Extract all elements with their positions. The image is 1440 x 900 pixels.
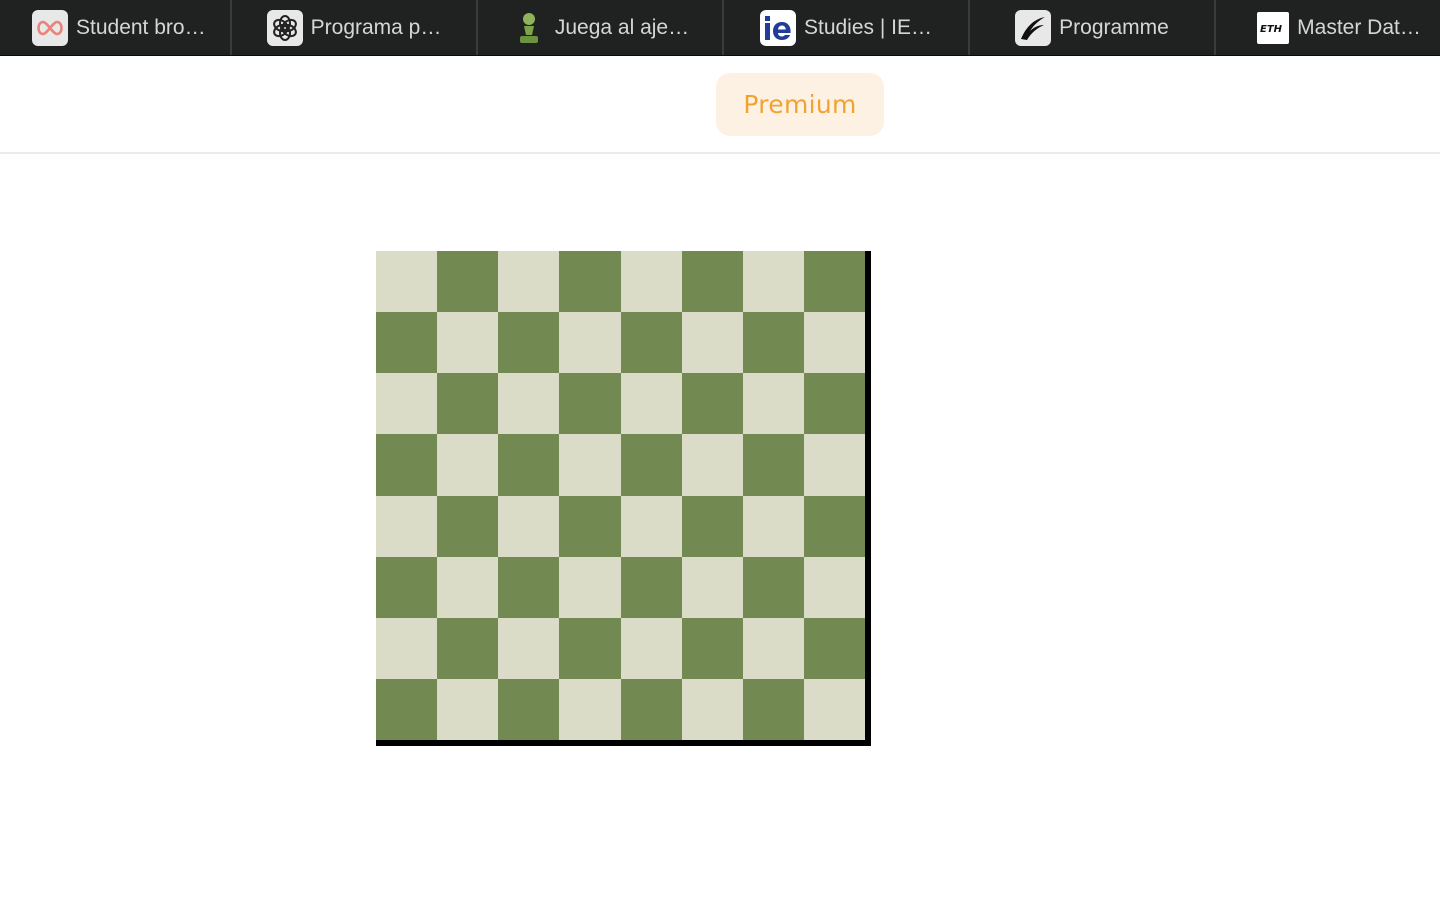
board-square-c1[interactable] xyxy=(498,678,560,740)
board-square-h8[interactable] xyxy=(803,251,865,313)
board-square-e4[interactable] xyxy=(620,495,682,557)
board-square-g2[interactable] xyxy=(742,617,804,679)
browser-tab-master-data[interactable]: ETH Master Dat… xyxy=(1216,0,1440,55)
premium-button[interactable]: Premium xyxy=(716,73,884,136)
board-square-d7[interactable] xyxy=(559,312,621,374)
board-square-b1[interactable] xyxy=(437,678,499,740)
board-square-g5[interactable] xyxy=(742,434,804,496)
browser-tab-chess[interactable]: Juega al aje… xyxy=(478,0,724,55)
browser-tab-strip: Student bro… Programa p… Juega al aje… S… xyxy=(0,0,1440,56)
board-square-b2[interactable] xyxy=(437,617,499,679)
board-square-d3[interactable] xyxy=(559,556,621,618)
board-square-f2[interactable] xyxy=(681,617,743,679)
board-square-c7[interactable] xyxy=(498,312,560,374)
board-square-a2[interactable] xyxy=(376,617,438,679)
board-square-d6[interactable] xyxy=(559,373,621,435)
board-square-d2[interactable] xyxy=(559,617,621,679)
board-square-h3[interactable] xyxy=(803,556,865,618)
board-square-f3[interactable] xyxy=(681,556,743,618)
board-square-b4[interactable] xyxy=(437,495,499,557)
chess-board[interactable] xyxy=(376,251,865,740)
board-square-h4[interactable] xyxy=(803,495,865,557)
browser-tab-student-browser[interactable]: Student bro… xyxy=(0,0,232,55)
board-square-g4[interactable] xyxy=(742,495,804,557)
board-square-f8[interactable] xyxy=(681,251,743,313)
swoosh-logo-icon xyxy=(1015,10,1052,46)
board-square-c5[interactable] xyxy=(498,434,560,496)
board-square-e6[interactable] xyxy=(620,373,682,435)
board-square-h7[interactable] xyxy=(803,312,865,374)
board-square-f4[interactable] xyxy=(681,495,743,557)
board-square-a6[interactable] xyxy=(376,373,438,435)
chess-board-frame xyxy=(376,251,871,746)
board-square-a7[interactable] xyxy=(376,312,438,374)
tab-title: Studies | IE… xyxy=(803,16,932,39)
board-square-g6[interactable] xyxy=(742,373,804,435)
board-square-a1[interactable] xyxy=(376,678,438,740)
board-square-a5[interactable] xyxy=(376,434,438,496)
board-square-h1[interactable] xyxy=(803,678,865,740)
tab-title: Student bro… xyxy=(76,16,206,39)
board-square-c8[interactable] xyxy=(498,251,560,313)
board-square-g7[interactable] xyxy=(742,312,804,374)
board-square-h6[interactable] xyxy=(803,373,865,435)
board-square-b7[interactable] xyxy=(437,312,499,374)
browser-tab-ie-studies[interactable]: Studies | IE… xyxy=(724,0,970,55)
board-square-b3[interactable] xyxy=(437,556,499,618)
board-square-b5[interactable] xyxy=(437,434,499,496)
tab-title: Programme xyxy=(1059,16,1169,39)
board-square-f6[interactable] xyxy=(681,373,743,435)
board-square-e3[interactable] xyxy=(620,556,682,618)
board-square-c4[interactable] xyxy=(498,495,560,557)
board-square-f5[interactable] xyxy=(681,434,743,496)
board-square-e5[interactable] xyxy=(620,434,682,496)
board-square-b6[interactable] xyxy=(437,373,499,435)
board-square-e8[interactable] xyxy=(620,251,682,313)
board-square-d1[interactable] xyxy=(559,678,621,740)
browser-tab-programa[interactable]: Programa p… xyxy=(232,0,478,55)
tab-title: Juega al aje… xyxy=(554,16,690,39)
eth-logo-icon: ETH xyxy=(1257,12,1290,44)
ie-logo-icon xyxy=(759,10,796,46)
board-square-e2[interactable] xyxy=(620,617,682,679)
board-square-a8[interactable] xyxy=(376,251,438,313)
board-square-g3[interactable] xyxy=(742,556,804,618)
board-square-a4[interactable] xyxy=(376,495,438,557)
chess-pawn-icon xyxy=(511,10,547,46)
board-square-e1[interactable] xyxy=(620,678,682,740)
board-square-g1[interactable] xyxy=(742,678,804,740)
infinity-loop-icon xyxy=(32,10,68,46)
openai-knot-icon xyxy=(266,10,303,46)
board-square-a3[interactable] xyxy=(376,556,438,618)
board-square-h5[interactable] xyxy=(803,434,865,496)
board-square-b8[interactable] xyxy=(437,251,499,313)
board-square-e7[interactable] xyxy=(620,312,682,374)
svg-text:ETH: ETH xyxy=(1260,24,1283,35)
tab-title: Programa p… xyxy=(310,16,442,39)
board-square-d8[interactable] xyxy=(559,251,621,313)
board-square-c3[interactable] xyxy=(498,556,560,618)
site-header: Premium xyxy=(0,56,1440,154)
board-square-c2[interactable] xyxy=(498,617,560,679)
board-square-d4[interactable] xyxy=(559,495,621,557)
board-square-h2[interactable] xyxy=(803,617,865,679)
tab-title: Master Dat… xyxy=(1297,16,1421,39)
board-square-c6[interactable] xyxy=(498,373,560,435)
board-square-g8[interactable] xyxy=(742,251,804,313)
board-square-f7[interactable] xyxy=(681,312,743,374)
browser-tab-programme[interactable]: Programme xyxy=(970,0,1216,55)
board-square-f1[interactable] xyxy=(681,678,743,740)
board-square-d5[interactable] xyxy=(559,434,621,496)
